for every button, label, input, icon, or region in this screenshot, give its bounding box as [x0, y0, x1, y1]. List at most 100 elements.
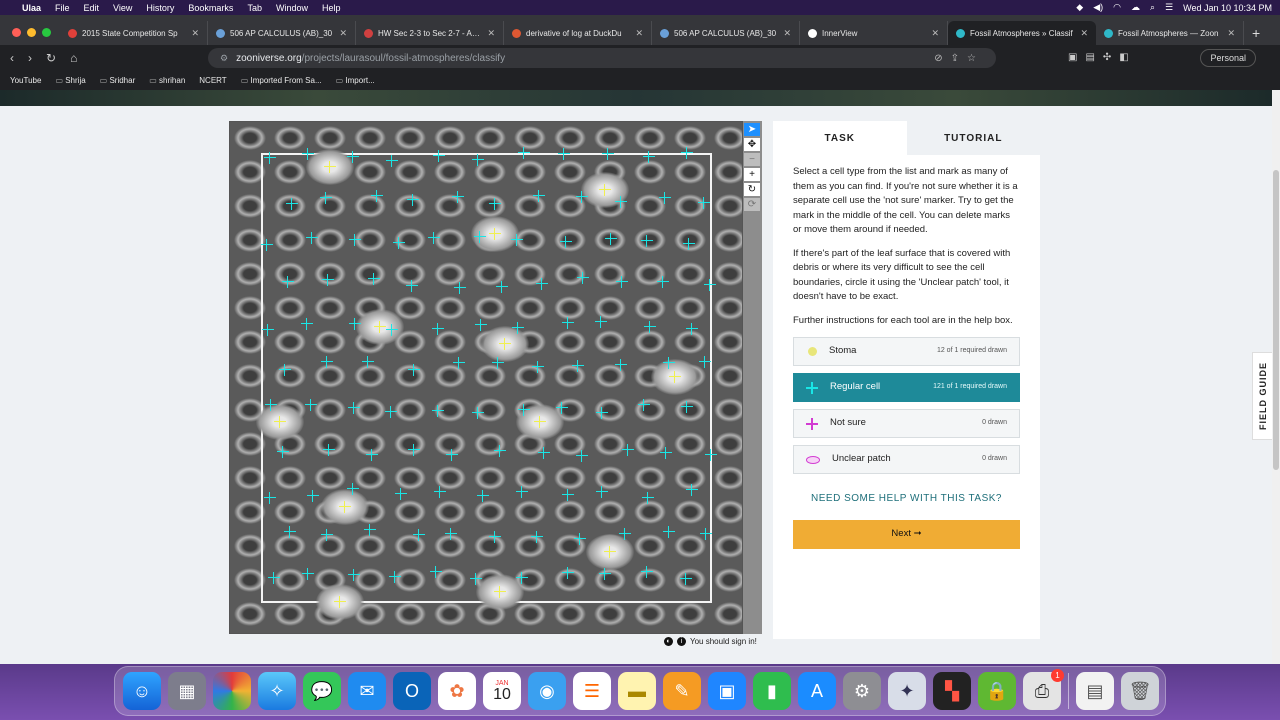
- answer-unclear-patch[interactable]: Unclear patch 0 drawn: [793, 445, 1020, 474]
- regular-cell-marker[interactable]: [408, 364, 420, 376]
- regular-cell-marker[interactable]: [643, 151, 655, 163]
- messages-icon[interactable]: 💬: [303, 672, 341, 710]
- regular-cell-marker[interactable]: [686, 323, 698, 335]
- stoma-marker[interactable]: [599, 184, 611, 196]
- menu-file[interactable]: File: [55, 3, 70, 13]
- menu-tab[interactable]: Tab: [247, 3, 262, 13]
- regular-cell-marker[interactable]: [496, 281, 508, 293]
- regular-cell-marker[interactable]: [362, 356, 374, 368]
- close-tab-icon[interactable]: ✕: [1227, 28, 1235, 39]
- search-icon[interactable]: ⌕: [1150, 2, 1155, 13]
- regular-cell-marker[interactable]: [433, 150, 445, 162]
- numbers-icon[interactable]: ▮: [753, 672, 791, 710]
- pan-tool-icon[interactable]: ✥: [744, 138, 760, 151]
- reload-icon[interactable]: ↻: [46, 51, 56, 65]
- menu-clock[interactable]: Wed Jan 10 10:34 PM: [1183, 3, 1272, 13]
- address-bar[interactable]: ⚙ zooniverse.org /projects/laurasoul/fos…: [208, 48, 996, 68]
- regular-cell-marker[interactable]: [642, 492, 654, 504]
- lock-app-icon[interactable]: 🔒: [978, 672, 1016, 710]
- pages-icon[interactable]: ✎: [663, 672, 701, 710]
- regular-cell-marker[interactable]: [489, 198, 501, 210]
- stoma-marker[interactable]: [669, 371, 681, 383]
- regular-cell-marker[interactable]: [445, 528, 457, 540]
- zoom-app-icon[interactable]: ◉: [528, 672, 566, 710]
- regular-cell-marker[interactable]: [265, 399, 277, 411]
- regular-cell-marker[interactable]: [306, 232, 318, 244]
- regular-cell-marker[interactable]: [322, 274, 334, 286]
- home-icon[interactable]: ⌂: [70, 51, 77, 65]
- regular-cell-marker[interactable]: [347, 483, 359, 495]
- regular-cell-marker[interactable]: [704, 279, 716, 291]
- page-scrollbar[interactable]: [1272, 90, 1280, 664]
- regular-cell-marker[interactable]: [518, 147, 530, 159]
- menu-view[interactable]: View: [113, 3, 132, 13]
- regular-cell-marker[interactable]: [489, 531, 501, 543]
- regular-cell-marker[interactable]: [698, 197, 710, 209]
- regular-cell-marker[interactable]: [574, 533, 586, 545]
- bookmark-star-icon[interactable]: ☆: [967, 53, 984, 64]
- close-tab-icon[interactable]: ✕: [931, 28, 939, 39]
- regular-cell-marker[interactable]: [705, 449, 717, 461]
- regular-cell-marker[interactable]: [348, 569, 360, 581]
- close-tab-icon[interactable]: ✕: [783, 28, 791, 39]
- close-tab-icon[interactable]: ✕: [191, 28, 199, 39]
- extension-icon[interactable]: ▤: [1085, 52, 1102, 63]
- regular-cell-marker[interactable]: [533, 190, 545, 202]
- regular-cell-marker[interactable]: [302, 148, 314, 160]
- stoma-marker[interactable]: [489, 228, 501, 240]
- regular-cell-marker[interactable]: [301, 318, 313, 330]
- menu-app-name[interactable]: Ulaa: [22, 3, 41, 13]
- sidebar-icon[interactable]: ◧: [1119, 52, 1136, 63]
- regular-cell-marker[interactable]: [683, 238, 695, 250]
- regular-cell-marker[interactable]: [577, 272, 589, 284]
- regular-cell-marker[interactable]: [663, 357, 675, 369]
- regular-cell-marker[interactable]: [389, 571, 401, 583]
- outlook-icon[interactable]: O: [393, 672, 431, 710]
- bookmark-folder[interactable]: Import...: [336, 76, 374, 85]
- browser-tab[interactable]: HW Sec 2-3 to Sec 2-7 - AP C ✕: [356, 21, 504, 45]
- notes-icon[interactable]: ▬: [618, 672, 656, 710]
- ulaa-browser-icon[interactable]: [213, 672, 251, 710]
- regular-cell-marker[interactable]: [446, 449, 458, 461]
- menu-window[interactable]: Window: [276, 3, 308, 13]
- rotate-icon[interactable]: ↻: [744, 183, 760, 196]
- regular-cell-marker[interactable]: [619, 528, 631, 540]
- cloud-icon[interactable]: ☁: [1131, 2, 1140, 13]
- dropbox-icon[interactable]: ◆: [1076, 2, 1083, 13]
- regular-cell-marker[interactable]: [641, 566, 653, 578]
- regular-cell-marker[interactable]: [262, 324, 274, 336]
- regular-cell-marker[interactable]: [681, 147, 693, 159]
- regular-cell-marker[interactable]: [302, 568, 314, 580]
- photos-icon[interactable]: ✿: [438, 672, 476, 710]
- regular-cell-marker[interactable]: [406, 280, 418, 292]
- stoma-marker[interactable]: [604, 546, 616, 558]
- regular-cell-marker[interactable]: [477, 490, 489, 502]
- field-guide-tab[interactable]: FIELD GUIDE: [1252, 352, 1272, 440]
- regular-cell-marker[interactable]: [307, 490, 319, 502]
- regular-cell-marker[interactable]: [413, 529, 425, 541]
- trash-icon[interactable]: 🗑: [1121, 672, 1159, 710]
- printer-icon[interactable]: ⎙ 1: [1023, 669, 1064, 710]
- regular-cell-marker[interactable]: [531, 531, 543, 543]
- regular-cell-marker[interactable]: [432, 405, 444, 417]
- regular-cell-marker[interactable]: [321, 529, 333, 541]
- menu-edit[interactable]: Edit: [84, 3, 100, 13]
- regular-cell-marker[interactable]: [474, 231, 486, 243]
- answer-stoma[interactable]: Stoma 12 of 1 required drawn: [793, 337, 1020, 366]
- regular-cell-marker[interactable]: [305, 399, 317, 411]
- regular-cell-marker[interactable]: [386, 324, 398, 336]
- bookmark-folder[interactable]: Shrija: [55, 76, 85, 85]
- browser-tab[interactable]: 506 AP CALCULUS (AB)_30 ✕: [208, 21, 356, 45]
- bookmark-ncert[interactable]: NCERT: [199, 76, 226, 85]
- share-icon[interactable]: ⇪: [951, 53, 967, 64]
- puzzle-icon[interactable]: ✣: [1103, 52, 1119, 63]
- regular-cell-marker[interactable]: [641, 235, 653, 247]
- close-tab-icon[interactable]: ✕: [1080, 28, 1088, 39]
- regular-cell-marker[interactable]: [364, 524, 376, 536]
- back-icon[interactable]: ‹: [10, 51, 14, 65]
- regular-cell-marker[interactable]: [536, 278, 548, 290]
- regular-cell-marker[interactable]: [602, 148, 614, 160]
- profile-button[interactable]: Personal: [1200, 49, 1256, 67]
- browser-tab[interactable]: derivative of log at DuckDu ✕: [504, 21, 652, 45]
- contrast-icon[interactable]: ◐: [664, 637, 673, 646]
